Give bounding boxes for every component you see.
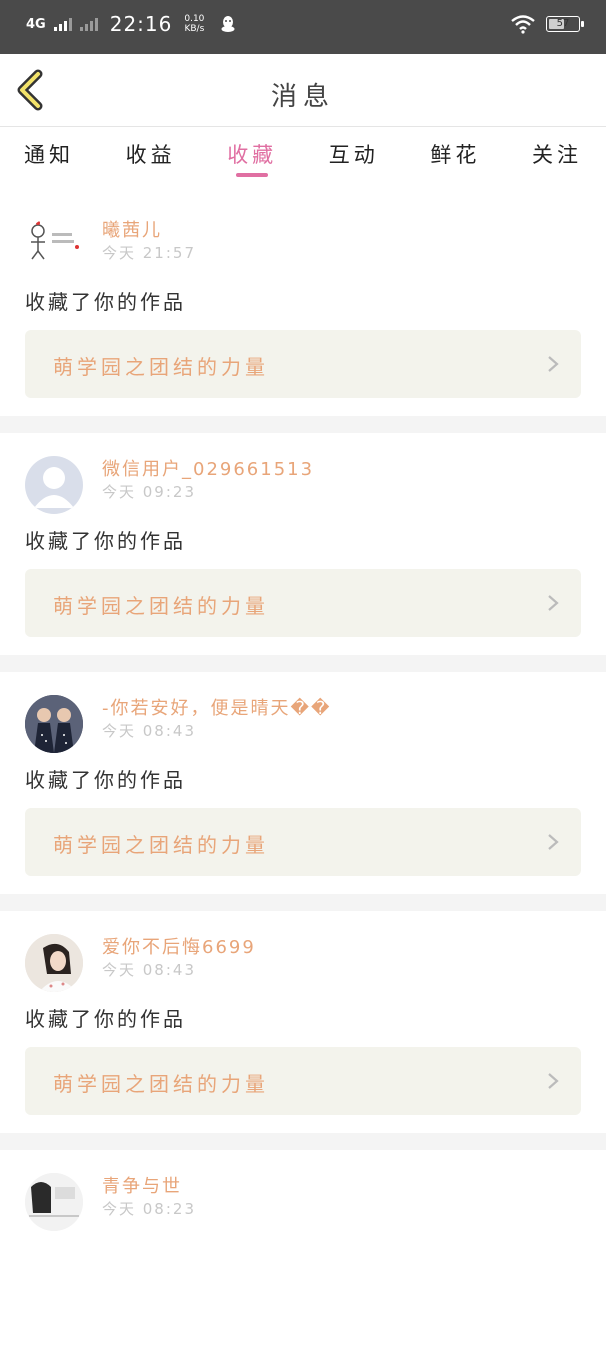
user-name[interactable]: 爱你不后悔6699	[102, 933, 256, 959]
tab-label: 互动	[328, 143, 379, 167]
chevron-right-icon	[548, 356, 559, 372]
divider	[0, 894, 606, 911]
tab-label: 收藏	[227, 143, 278, 167]
qq-icon	[221, 16, 235, 32]
photo-avatar-icon	[25, 1173, 83, 1231]
status-bar: 4G 22:16 0.10 KB/s 57	[0, 0, 606, 54]
chevron-right-icon	[548, 834, 559, 850]
avatar[interactable]	[25, 456, 83, 514]
work-title: 萌学园之团结的力量	[53, 355, 269, 379]
avatar[interactable]	[25, 934, 83, 992]
tab-favorites[interactable]: 收藏	[227, 127, 277, 183]
work-title: 萌学园之团结的力量	[53, 833, 269, 857]
work-link[interactable]: 萌学园之团结的力量	[25, 808, 581, 876]
tab-bar: 通知 收益 收藏 互动 鲜花 关注	[0, 127, 606, 183]
avatar[interactable]	[25, 695, 83, 753]
action-text: 收藏了你的作品	[25, 529, 186, 553]
tab-label: 鲜花	[430, 143, 481, 167]
photo-avatar-icon	[25, 695, 83, 753]
action-text: 收藏了你的作品	[25, 1007, 186, 1031]
signal-2-icon	[79, 17, 98, 31]
speed-unit: KB/s	[184, 24, 205, 34]
nav-bar: 消息	[0, 54, 606, 127]
tab-label: 通知	[24, 143, 74, 167]
chevron-right-icon	[548, 1073, 559, 1089]
network-type: 4G	[26, 16, 46, 32]
user-name[interactable]: 曦茜儿	[102, 216, 162, 242]
user-name[interactable]: 微信用户_029661513	[102, 455, 314, 481]
divider	[0, 416, 606, 433]
battery-cap	[581, 21, 584, 27]
tab-follows[interactable]: 关注	[532, 127, 582, 183]
divider	[0, 655, 606, 672]
timestamp: 今天 08:43	[102, 961, 196, 979]
timestamp: 今天 08:43	[102, 722, 196, 740]
tab-label: 关注	[531, 143, 582, 167]
cartoon-avatar-icon	[31, 221, 79, 260]
work-link[interactable]: 萌学园之团结的力量	[25, 330, 581, 398]
timestamp: 今天 21:57	[102, 244, 196, 262]
user-name[interactable]: -你若安好，便是晴天��	[102, 694, 331, 720]
action-text: 收藏了你的作品	[25, 768, 186, 792]
list-item: 曦茜儿 今天 21:57 收藏了你的作品 萌学园之团结的力量	[0, 194, 606, 416]
speed-value: 0.10	[184, 14, 205, 24]
clock: 22:16	[109, 12, 173, 36]
default-user-icon	[34, 467, 74, 508]
work-title: 萌学园之团结的力量	[53, 1072, 269, 1096]
network-speed: 0.10 KB/s	[184, 14, 204, 34]
list-item: 爱你不后悔6699 今天 08:43 收藏了你的作品 萌学园之团结的力量	[0, 911, 606, 1133]
avatar[interactable]	[25, 1173, 83, 1231]
list-item: 微信用户_029661513 今天 09:23 收藏了你的作品 萌学园之团结的力…	[0, 433, 606, 655]
tab-label: 收益	[125, 143, 176, 167]
work-link[interactable]: 萌学园之团结的力量	[25, 569, 581, 637]
battery-level: 57	[556, 18, 570, 29]
active-tab-indicator	[236, 173, 269, 177]
tab-notifications[interactable]: 通知	[24, 127, 74, 183]
timestamp: 今天 08:23	[102, 1200, 196, 1218]
list-item: -你若安好，便是晴天�� 今天 08:43 收藏了你的作品 萌学园之团结的力量	[0, 672, 606, 894]
chevron-right-icon	[548, 595, 559, 611]
tab-earnings[interactable]: 收益	[126, 127, 176, 183]
tab-interactions[interactable]: 互动	[329, 127, 379, 183]
page-title: 消息	[270, 82, 335, 112]
list-item: 青争与世 今天 08:23	[0, 1150, 606, 1372]
work-link[interactable]: 萌学园之团结的力量	[25, 1047, 581, 1115]
message-list: 曦茜儿 今天 21:57 收藏了你的作品 萌学园之团结的力量 微信用户_0296…	[0, 194, 606, 1372]
battery-icon: 57	[546, 16, 584, 32]
photo-avatar-icon	[25, 934, 83, 992]
timestamp: 今天 09:23	[102, 483, 196, 501]
divider	[0, 1133, 606, 1150]
user-name[interactable]: 青争与世	[102, 1172, 182, 1198]
action-text: 收藏了你的作品	[25, 290, 186, 314]
work-title: 萌学园之团结的力量	[53, 594, 269, 618]
tab-flowers[interactable]: 鲜花	[430, 127, 480, 183]
signal-icon	[53, 17, 72, 31]
wifi-icon	[511, 15, 535, 34]
avatar[interactable]	[25, 217, 83, 275]
